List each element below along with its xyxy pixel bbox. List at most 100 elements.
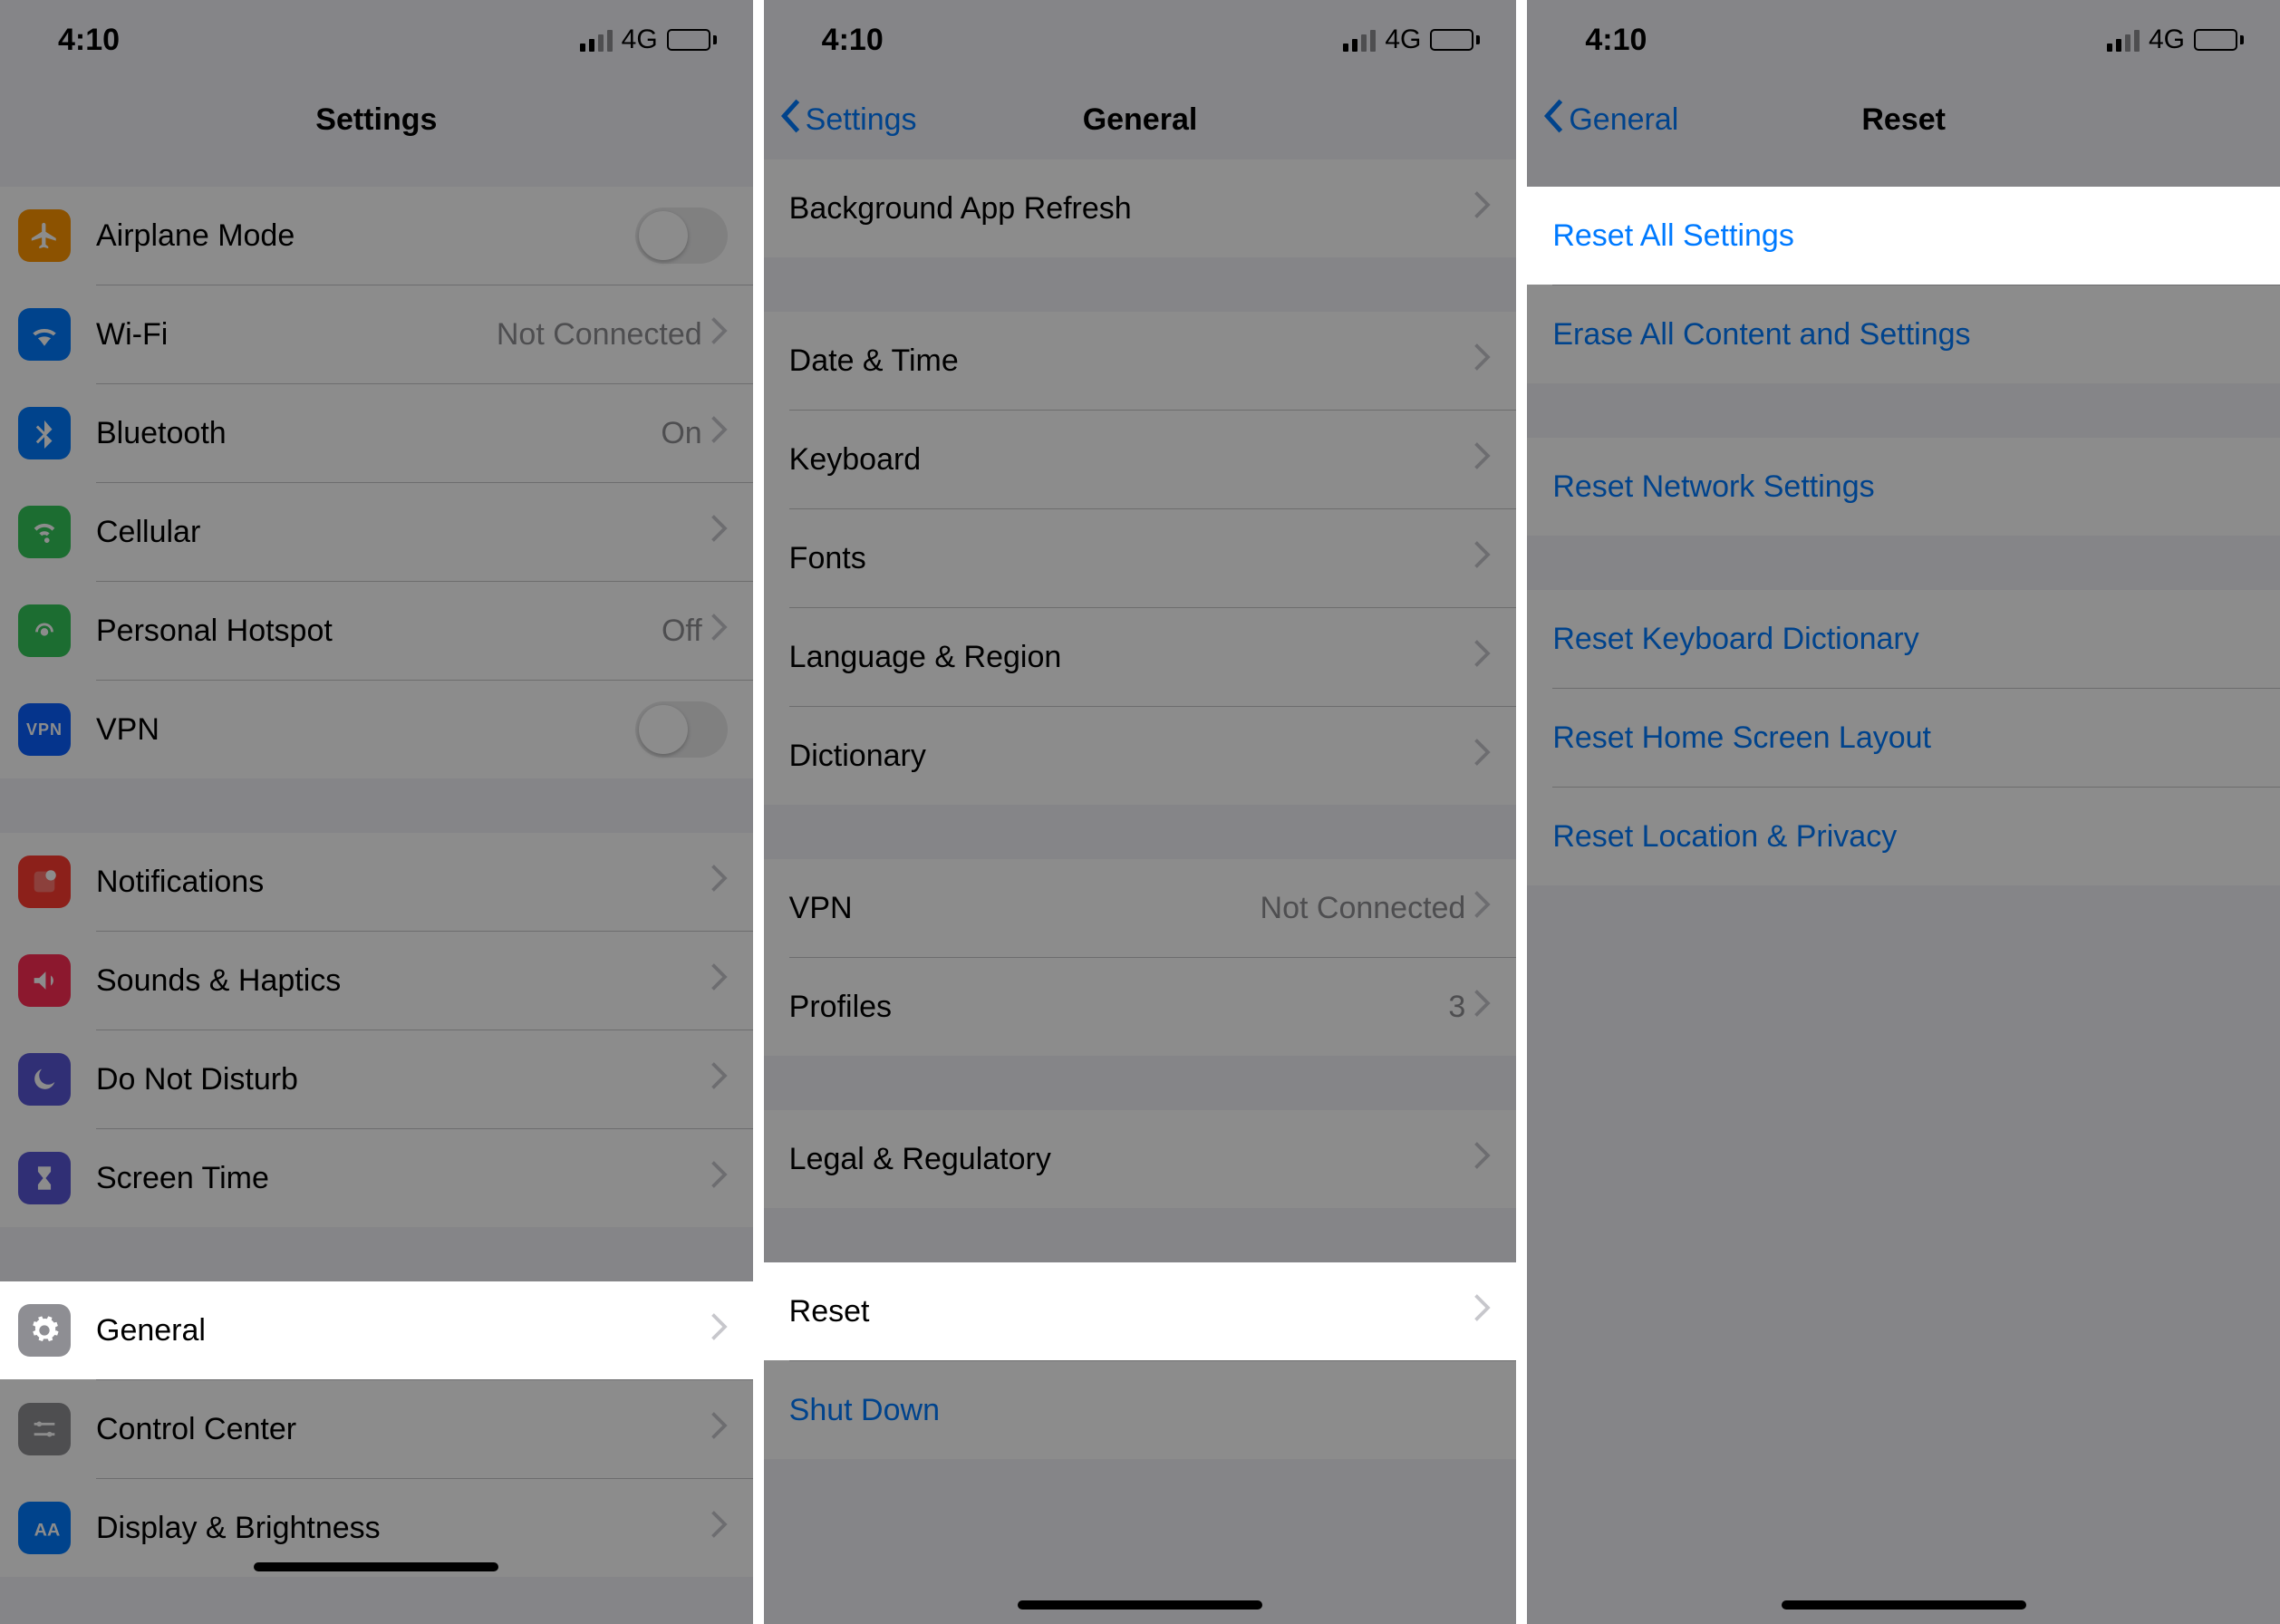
network-label: 4G (622, 24, 658, 55)
row-reset[interactable]: Reset (764, 1262, 1517, 1360)
page-title: Settings (315, 102, 437, 138)
row-label: Personal Hotspot (96, 614, 333, 649)
chevron-right-icon (1474, 891, 1491, 926)
row-vpn[interactable]: VPN VPN (0, 681, 753, 778)
nav-bar: General Reset (1527, 80, 2280, 160)
row-background-app-refresh[interactable]: Background App Refresh (764, 160, 1517, 257)
hotspot-icon (18, 604, 71, 657)
chevron-left-icon (778, 98, 802, 142)
row-label: Reset Keyboard Dictionary (1552, 622, 1918, 657)
row-detail: Not Connected (497, 317, 702, 353)
row-airplane-mode[interactable]: Airplane Mode (0, 187, 753, 285)
row-control-center[interactable]: Control Center (0, 1380, 753, 1478)
page-title: Reset (1861, 102, 1946, 138)
row-label: VPN (96, 712, 159, 748)
row-reset-keyboard-dictionary[interactable]: Reset Keyboard Dictionary (1527, 590, 2280, 688)
row-detail: On (661, 416, 701, 451)
row-screen-time[interactable]: Screen Time (0, 1129, 753, 1227)
row-label: Language & Region (789, 640, 1062, 675)
row-sounds-haptics[interactable]: Sounds & Haptics (0, 932, 753, 1030)
row-dictionary[interactable]: Dictionary (764, 707, 1517, 805)
vpn-toggle[interactable] (635, 701, 728, 758)
row-fonts[interactable]: Fonts (764, 509, 1517, 607)
row-language-region[interactable]: Language & Region (764, 608, 1517, 706)
row-bluetooth[interactable]: Bluetooth On (0, 384, 753, 482)
chevron-right-icon (711, 515, 728, 550)
back-label: Settings (806, 102, 917, 138)
nav-bar: Settings General (764, 80, 1517, 160)
chevron-right-icon (711, 1062, 728, 1097)
row-label: Reset Location & Privacy (1552, 819, 1897, 855)
nav-bar: Settings (0, 80, 753, 160)
status-bar: 4:10 4G (0, 0, 753, 80)
back-button[interactable]: Settings (778, 98, 917, 142)
back-label: General (1569, 102, 1678, 138)
signal-icon (1343, 28, 1376, 52)
chevron-right-icon (1474, 541, 1491, 576)
row-legal-regulatory[interactable]: Legal & Regulatory (764, 1110, 1517, 1208)
chevron-right-icon (711, 1412, 728, 1447)
chevron-right-icon (711, 614, 728, 649)
row-label: Legal & Regulatory (789, 1142, 1051, 1177)
row-erase-all-content[interactable]: Erase All Content and Settings (1527, 285, 2280, 383)
row-wifi[interactable]: Wi-Fi Not Connected (0, 285, 753, 383)
row-notifications[interactable]: Notifications (0, 833, 753, 931)
home-indicator[interactable] (254, 1562, 498, 1571)
chevron-left-icon (1541, 98, 1565, 142)
battery-icon (2194, 29, 2244, 51)
row-reset-all-settings[interactable]: Reset All Settings (1527, 187, 2280, 285)
row-label: Wi-Fi (96, 317, 168, 353)
row-detail: 3 (1448, 990, 1465, 1025)
chevron-right-icon (1474, 1294, 1491, 1329)
battery-icon (667, 29, 717, 51)
signal-icon (2107, 28, 2140, 52)
status-bar: 4:10 4G (764, 0, 1517, 80)
row-personal-hotspot[interactable]: Personal Hotspot Off (0, 582, 753, 680)
network-label: 4G (1385, 24, 1421, 55)
row-keyboard[interactable]: Keyboard (764, 411, 1517, 508)
display-icon: AA (18, 1502, 71, 1554)
row-do-not-disturb[interactable]: Do Not Disturb (0, 1030, 753, 1128)
signal-icon (580, 28, 613, 52)
screen-reset: 4:10 4G General Reset Reset All Settings… (1527, 0, 2280, 1624)
chevron-right-icon (1474, 739, 1491, 774)
svg-text:AA: AA (34, 1521, 60, 1541)
control-center-icon (18, 1403, 71, 1455)
chevron-right-icon (711, 1161, 728, 1196)
moon-icon (18, 1053, 71, 1106)
bluetooth-icon (18, 407, 71, 459)
back-button[interactable]: General (1541, 98, 1678, 142)
row-label: Reset (789, 1294, 870, 1329)
row-detail: Off (662, 614, 702, 649)
chevron-right-icon (711, 865, 728, 900)
row-cellular[interactable]: Cellular (0, 483, 753, 581)
row-label: Fonts (789, 541, 866, 576)
row-label: Reset Network Settings (1552, 469, 1874, 505)
cellular-icon (18, 506, 71, 558)
row-label: Do Not Disturb (96, 1062, 298, 1097)
home-indicator[interactable] (1018, 1600, 1262, 1610)
screen-general: 4:10 4G Settings General Background App … (764, 0, 1517, 1624)
row-vpn[interactable]: VPN Not Connected (764, 859, 1517, 957)
airplane-toggle[interactable] (635, 208, 728, 264)
row-label: VPN (789, 891, 853, 926)
row-reset-network-settings[interactable]: Reset Network Settings (1527, 438, 2280, 536)
chevron-right-icon (1474, 442, 1491, 478)
row-reset-home-screen-layout[interactable]: Reset Home Screen Layout (1527, 689, 2280, 787)
row-label: Control Center (96, 1412, 296, 1447)
status-bar: 4:10 4G (1527, 0, 2280, 80)
row-label: Display & Brightness (96, 1511, 381, 1546)
row-label: Background App Refresh (789, 191, 1132, 227)
chevron-right-icon (711, 416, 728, 451)
row-shut-down[interactable]: Shut Down (764, 1361, 1517, 1459)
row-general[interactable]: General (0, 1281, 753, 1379)
row-label: Reset Home Screen Layout (1552, 720, 1931, 756)
row-label: Bluetooth (96, 416, 227, 451)
row-label: Keyboard (789, 442, 922, 478)
row-reset-location-privacy[interactable]: Reset Location & Privacy (1527, 788, 2280, 885)
chevron-right-icon (1474, 1142, 1491, 1177)
row-profiles[interactable]: Profiles 3 (764, 958, 1517, 1056)
row-label: Profiles (789, 990, 892, 1025)
row-date-time[interactable]: Date & Time (764, 312, 1517, 410)
home-indicator[interactable] (1782, 1600, 2026, 1610)
